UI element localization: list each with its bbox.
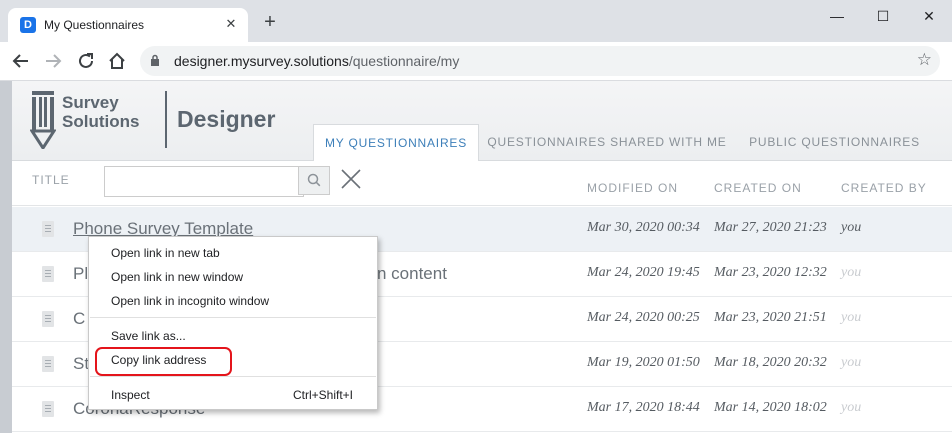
created-by: you bbox=[841, 220, 862, 235]
menu-separator bbox=[90, 317, 376, 318]
forward-arrow-icon[interactable] bbox=[42, 50, 64, 72]
questionnaire-title-tail[interactable]: n content bbox=[377, 264, 447, 284]
menu-item-open-new-tab[interactable]: Open link in new tab bbox=[111, 246, 220, 260]
minimize-button[interactable]: — bbox=[814, 6, 860, 26]
created-by: you bbox=[841, 355, 862, 370]
new-tab-button[interactable]: + bbox=[260, 12, 280, 32]
product-title: Designer bbox=[177, 106, 276, 132]
questionnaire-title-link[interactable]: Pl bbox=[73, 264, 88, 284]
modified-on-column-header[interactable]: MODIFIED ON bbox=[587, 181, 678, 195]
tab-public-questionnaires[interactable]: PUBLIC QUESTIONNAIRES bbox=[742, 124, 927, 160]
document-icon bbox=[42, 221, 54, 237]
maximize-button[interactable]: ☐ bbox=[860, 6, 906, 26]
logo-divider bbox=[165, 91, 167, 148]
search-button[interactable] bbox=[298, 166, 330, 195]
modified-date: Mar 24, 2020 19:45 bbox=[587, 265, 700, 280]
modified-date: Mar 24, 2020 00:25 bbox=[587, 310, 700, 325]
search-input[interactable] bbox=[104, 166, 304, 197]
tab-title: My Questionnaires bbox=[44, 18, 145, 32]
modified-date: Mar 19, 2020 01:50 bbox=[587, 355, 700, 370]
created-by: you bbox=[841, 310, 862, 325]
window-close-button[interactable]: ✕ bbox=[906, 6, 952, 26]
logo-wordmark: Survey Solutions bbox=[62, 93, 139, 131]
back-arrow-icon[interactable] bbox=[10, 50, 32, 72]
created-date: Mar 14, 2020 18:02 bbox=[714, 400, 827, 415]
created-date: Mar 23, 2020 12:32 bbox=[714, 265, 827, 280]
document-icon bbox=[42, 311, 54, 327]
document-icon bbox=[42, 356, 54, 372]
menu-item-open-new-window[interactable]: Open link in new window bbox=[111, 270, 243, 284]
inspect-shortcut: Ctrl+Shift+I bbox=[292, 388, 353, 402]
bookmark-star-icon[interactable]: ☆ bbox=[917, 50, 932, 70]
modified-date: Mar 17, 2020 18:44 bbox=[587, 400, 700, 415]
context-menu: Open link in new tab Open link in new wi… bbox=[88, 236, 378, 410]
browser-toolbar: designer.mysurvey.solutions/questionnair… bbox=[0, 42, 952, 81]
browser-tabstrip: D My Questionnaires ✕ + — ☐ ✕ bbox=[0, 0, 952, 42]
logo-line-2: Solutions bbox=[62, 112, 140, 131]
clear-search-icon[interactable] bbox=[340, 168, 362, 190]
tab-shared-with-me[interactable]: QUESTIONNAIRES SHARED WITH ME bbox=[487, 124, 727, 160]
created-by-column-header[interactable]: CREATED BY bbox=[841, 181, 927, 195]
created-by: you bbox=[841, 265, 862, 280]
created-date: Mar 27, 2020 21:23 bbox=[714, 220, 827, 235]
url-host: designer.mysurvey.solutions bbox=[174, 53, 349, 69]
survey-solutions-logo-icon bbox=[30, 91, 56, 149]
highlight-annotation-ring bbox=[95, 347, 232, 376]
title-column-header[interactable]: TITLE bbox=[32, 173, 70, 187]
page-left-gutter bbox=[0, 81, 12, 433]
document-icon bbox=[42, 266, 54, 282]
document-icon bbox=[42, 401, 54, 417]
home-icon[interactable] bbox=[106, 50, 128, 72]
address-bar[interactable]: designer.mysurvey.solutions/questionnair… bbox=[140, 46, 940, 76]
logo-line-1: Survey bbox=[62, 93, 119, 112]
browser-tab[interactable]: D My Questionnaires ✕ bbox=[8, 8, 248, 42]
menu-item-inspect[interactable]: Inspect bbox=[111, 388, 150, 402]
menu-item-save-link-as[interactable]: Save link as... bbox=[111, 329, 186, 343]
url-text: designer.mysurvey.solutions/questionnair… bbox=[174, 53, 459, 69]
questionnaire-title-link[interactable]: St bbox=[73, 354, 89, 374]
site-favicon-icon: D bbox=[20, 17, 36, 33]
created-on-column-header[interactable]: CREATED ON bbox=[714, 181, 802, 195]
app-header: Survey Solutions Designer MY QUESTIONNAI… bbox=[12, 81, 952, 161]
url-path: /questionnaire/my bbox=[348, 53, 460, 69]
created-date: Mar 18, 2020 20:32 bbox=[714, 355, 827, 370]
modified-date: Mar 30, 2020 00:34 bbox=[587, 220, 700, 235]
menu-separator bbox=[90, 376, 376, 377]
menu-item-open-incognito[interactable]: Open link in incognito window bbox=[111, 294, 269, 308]
lock-icon bbox=[151, 54, 159, 66]
created-date: Mar 23, 2020 21:51 bbox=[714, 310, 827, 325]
created-by: you bbox=[841, 400, 862, 415]
tab-close-icon[interactable]: ✕ bbox=[222, 15, 240, 33]
filter-bar: TITLE MODIFIED ON CREATED ON CREATED BY bbox=[12, 161, 952, 206]
tab-my-questionnaires[interactable]: MY QUESTIONNAIRES bbox=[313, 124, 479, 161]
reload-icon[interactable] bbox=[75, 50, 97, 72]
questionnaire-title-link[interactable]: C bbox=[73, 309, 85, 329]
search-icon bbox=[307, 173, 321, 187]
